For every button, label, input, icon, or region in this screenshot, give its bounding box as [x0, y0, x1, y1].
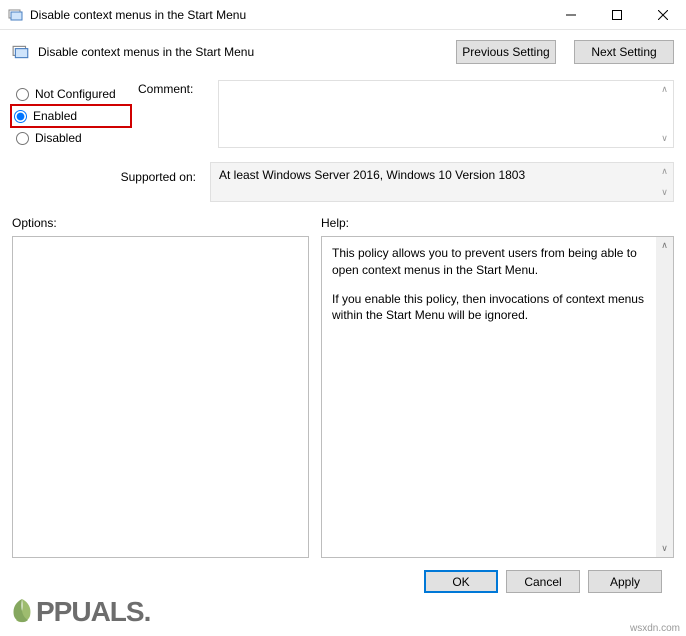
maximize-button[interactable] [594, 0, 640, 29]
previous-setting-button[interactable]: Previous Setting [456, 40, 556, 64]
source-attribution: wsxdn.com [630, 623, 680, 634]
settings-row: Not Configured Enabled Disabled Comment:… [12, 80, 674, 150]
help-label: Help: [321, 216, 674, 230]
help-column: Help: This policy allows you to prevent … [321, 216, 674, 558]
radio-not-configured-input[interactable] [16, 88, 29, 101]
policy-title: Disable context menus in the Start Menu [38, 45, 438, 59]
radio-enabled[interactable]: Enabled [12, 106, 130, 126]
help-text: This policy allows you to prevent users … [322, 237, 656, 557]
options-box[interactable] [12, 236, 309, 558]
radio-not-configured[interactable]: Not Configured [12, 82, 130, 106]
help-paragraph-1: This policy allows you to prevent users … [332, 245, 646, 279]
watermark-logo: PPUALS. [6, 596, 150, 628]
panels-row: Options: Help: This policy allows you to… [12, 216, 674, 558]
policy-icon-large [12, 43, 30, 61]
radio-enabled-label: Enabled [33, 109, 77, 123]
cancel-button[interactable]: Cancel [506, 570, 580, 593]
comment-textarea[interactable]: ∧ ∨ [218, 80, 674, 148]
help-box: This policy allows you to prevent users … [321, 236, 674, 558]
supported-on-value: At least Windows Server 2016, Windows 10… [211, 163, 656, 201]
scroll-up-icon[interactable]: ∧ [656, 81, 673, 98]
next-setting-button[interactable]: Next Setting [574, 40, 674, 64]
options-column: Options: [12, 216, 309, 558]
radio-enabled-input[interactable] [14, 110, 27, 123]
scroll-down-icon[interactable]: ∨ [656, 130, 673, 147]
supported-row: Supported on: At least Windows Server 20… [12, 162, 674, 202]
scroll-down-icon: ∨ [656, 184, 673, 201]
watermark-text: PPUALS. [36, 596, 150, 628]
supported-on-box: At least Windows Server 2016, Windows 10… [210, 162, 674, 202]
radio-disabled[interactable]: Disabled [12, 126, 130, 150]
ok-button[interactable]: OK [424, 570, 498, 593]
comment-value [219, 81, 656, 147]
comment-label: Comment: [138, 80, 210, 96]
watermark-leaf-icon [6, 596, 38, 628]
comment-scrollbar[interactable]: ∧ ∨ [656, 81, 673, 147]
policy-icon [8, 7, 24, 23]
header-band: Disable context menus in the Start Menu … [0, 30, 686, 68]
titlebar: Disable context menus in the Start Menu [0, 0, 686, 30]
window-controls [548, 0, 686, 29]
radio-not-configured-label: Not Configured [35, 87, 116, 101]
main-content: Not Configured Enabled Disabled Comment:… [0, 68, 686, 593]
scroll-up-icon[interactable]: ∧ [656, 237, 673, 254]
apply-button[interactable]: Apply [588, 570, 662, 593]
help-scrollbar[interactable]: ∧ ∨ [656, 237, 673, 557]
help-paragraph-2: If you enable this policy, then invocati… [332, 291, 646, 325]
scroll-down-icon[interactable]: ∨ [656, 540, 673, 557]
options-label: Options: [12, 216, 309, 230]
supported-on-label: Supported on: [12, 162, 202, 184]
minimize-button[interactable] [548, 0, 594, 29]
radio-disabled-label: Disabled [35, 131, 82, 145]
dialog-footer: OK Cancel Apply [12, 558, 674, 593]
radio-group: Not Configured Enabled Disabled [12, 80, 130, 150]
scroll-up-icon: ∧ [656, 163, 673, 180]
close-button[interactable] [640, 0, 686, 29]
window-title: Disable context menus in the Start Menu [30, 8, 548, 22]
radio-disabled-input[interactable] [16, 132, 29, 145]
supported-scrollbar: ∧ ∨ [656, 163, 673, 201]
